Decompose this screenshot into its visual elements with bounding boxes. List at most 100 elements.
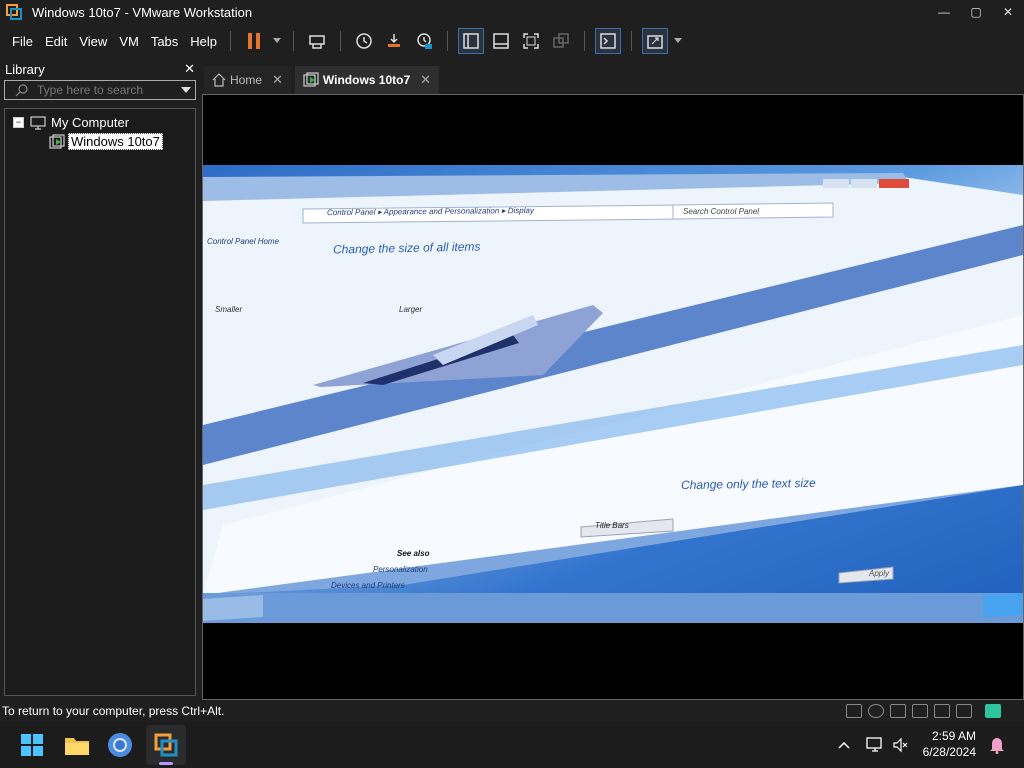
pause-button[interactable] (241, 28, 267, 54)
status-bar: To return to your computer, press Ctrl+A… (0, 700, 1024, 722)
toolbar-separator (584, 31, 586, 51)
title-bar: Windows 10to7 - VMware Workstation — ▢ ✕ (0, 0, 1024, 24)
guest-heading-text-size: Change only the text size (680, 475, 816, 493)
windows-start-icon (21, 734, 43, 756)
status-message: To return to your computer, press Ctrl+A… (2, 704, 225, 718)
toolbar-separator (230, 31, 232, 51)
folder-icon (65, 738, 89, 755)
menu-edit[interactable]: Edit (40, 34, 72, 49)
keyboard-icon (309, 35, 325, 49)
tree-item-my-computer[interactable]: − My Computer (13, 115, 129, 130)
hard-disk-icon[interactable] (846, 704, 862, 718)
unity-button[interactable] (548, 28, 574, 54)
guest-apply-button[interactable]: Apply (869, 569, 889, 578)
guest-see-also: See also (397, 549, 430, 558)
vm-workspace: Home ✕ Windows 10to7 ✕ Control Panel Hom… (200, 58, 1024, 700)
show-library-button[interactable] (458, 28, 485, 54)
volume-button[interactable] (890, 729, 912, 761)
search-placeholder: Type here to search (37, 83, 144, 97)
minimize-button[interactable]: — (928, 0, 960, 24)
system-clock[interactable]: 2:59 AM 6/28/2024 (923, 728, 976, 760)
tree-label-my-computer: My Computer (51, 115, 130, 130)
revert-snapshot-icon (388, 34, 401, 47)
menu-file[interactable]: File (7, 34, 38, 49)
tab-windows-10to7[interactable]: Windows 10to7 ✕ (294, 66, 440, 94)
full-screen-icon (523, 33, 539, 49)
bell-icon (990, 738, 1004, 754)
console-icon (600, 33, 616, 49)
library-header: Library ✕ (0, 58, 200, 80)
chevron-down-icon (181, 87, 191, 93)
device-status-icons (843, 704, 1024, 718)
guest-console[interactable]: Control Panel Home Control Panel ▸ Appea… (202, 94, 1024, 700)
snapshot-clock-icon (356, 33, 372, 49)
revert-snapshot-button[interactable] (381, 28, 407, 54)
floppy-icon[interactable] (890, 704, 906, 718)
tree-item-vm[interactable]: Windows 10to7 (49, 133, 163, 150)
tab-strip: Home ✕ Windows 10to7 ✕ (204, 66, 443, 94)
send-ctrl-alt-del-button[interactable] (304, 28, 330, 54)
thumbnail-bar-icon (493, 33, 509, 49)
show-thumbnail-bar-button[interactable] (488, 28, 514, 54)
library-title: Library (5, 61, 45, 77)
tab-home-label: Home (230, 73, 263, 87)
guest-display-3d-transition[interactable]: Control Panel Home Control Panel ▸ Appea… (203, 165, 1023, 623)
collapse-toggle[interactable]: − (13, 117, 24, 128)
active-app-indicator (159, 762, 173, 765)
windows-taskbar: 2:59 AM 6/28/2024 (0, 722, 1024, 768)
vmware-icon (154, 733, 178, 757)
tab-vm-close-button[interactable]: ✕ (420, 72, 431, 88)
usb-icon[interactable] (934, 704, 950, 718)
clock-date: 6/28/2024 (922, 745, 976, 759)
chevron-down-icon (674, 38, 683, 43)
menu-bar: File Edit View VM Tabs Help (0, 24, 1024, 58)
snapshot-manager-icon (417, 33, 433, 49)
message-log-icon[interactable] (985, 704, 1001, 718)
show-hidden-icons-button[interactable] (834, 729, 854, 761)
display-icon[interactable] (956, 704, 972, 718)
speaker-muted-icon (893, 737, 908, 753)
library-panel: Library ✕ Type here to search − My Compu… (0, 58, 200, 700)
library-search-input[interactable]: Type here to search (4, 80, 196, 100)
snapshot-manager-button[interactable] (411, 28, 437, 54)
menu-vm[interactable]: VM (114, 34, 144, 49)
stretch-dropdown-button[interactable] (672, 28, 684, 54)
network-icon (866, 737, 882, 752)
snapshot-button[interactable] (351, 28, 377, 54)
start-button[interactable] (16, 729, 48, 761)
power-dropdown-button[interactable] (271, 28, 283, 54)
menu-view[interactable]: View (74, 34, 112, 49)
full-screen-button[interactable] (518, 28, 544, 54)
maximize-button[interactable]: ▢ (960, 0, 992, 24)
tab-home[interactable]: Home ✕ (204, 66, 291, 94)
clock-time: 2:59 AM (931, 729, 976, 743)
console-view-button[interactable] (595, 28, 622, 54)
chrome-button[interactable] (104, 729, 136, 761)
stretch-guest-button[interactable] (642, 28, 669, 54)
guest-smaller-label: Smaller (215, 305, 243, 314)
chrome-icon (108, 733, 132, 757)
vmware-taskbar-button[interactable] (146, 725, 186, 765)
file-explorer-button[interactable] (61, 729, 93, 761)
menu-tabs[interactable]: Tabs (146, 34, 183, 49)
menu-help[interactable]: Help (185, 34, 222, 49)
unity-icon (553, 33, 569, 48)
vmware-app-icon (6, 4, 22, 20)
guest-search-box[interactable]: Search Control Panel (683, 207, 759, 216)
close-window-button[interactable]: ✕ (992, 0, 1024, 24)
guest-personalization-link[interactable]: Personalization (373, 565, 428, 574)
network-status-button[interactable] (864, 729, 886, 761)
cd-drive-icon[interactable] (868, 704, 884, 718)
toolbar-separator (447, 31, 449, 51)
guest-devices-link[interactable]: Devices and Printers (331, 581, 405, 590)
notifications-button[interactable] (986, 729, 1008, 761)
tab-home-close-button[interactable]: ✕ (272, 72, 283, 88)
library-close-button[interactable]: ✕ (184, 61, 195, 77)
guest-sidebar-link[interactable]: Control Panel Home (207, 237, 279, 246)
network-adapter-icon[interactable] (912, 704, 928, 718)
chevron-up-icon (838, 741, 850, 749)
toolbar-separator (293, 31, 295, 51)
computer-icon (30, 115, 46, 130)
guest-title-bars-dropdown[interactable]: Title Bars (595, 521, 629, 530)
chevron-down-icon (273, 38, 282, 43)
